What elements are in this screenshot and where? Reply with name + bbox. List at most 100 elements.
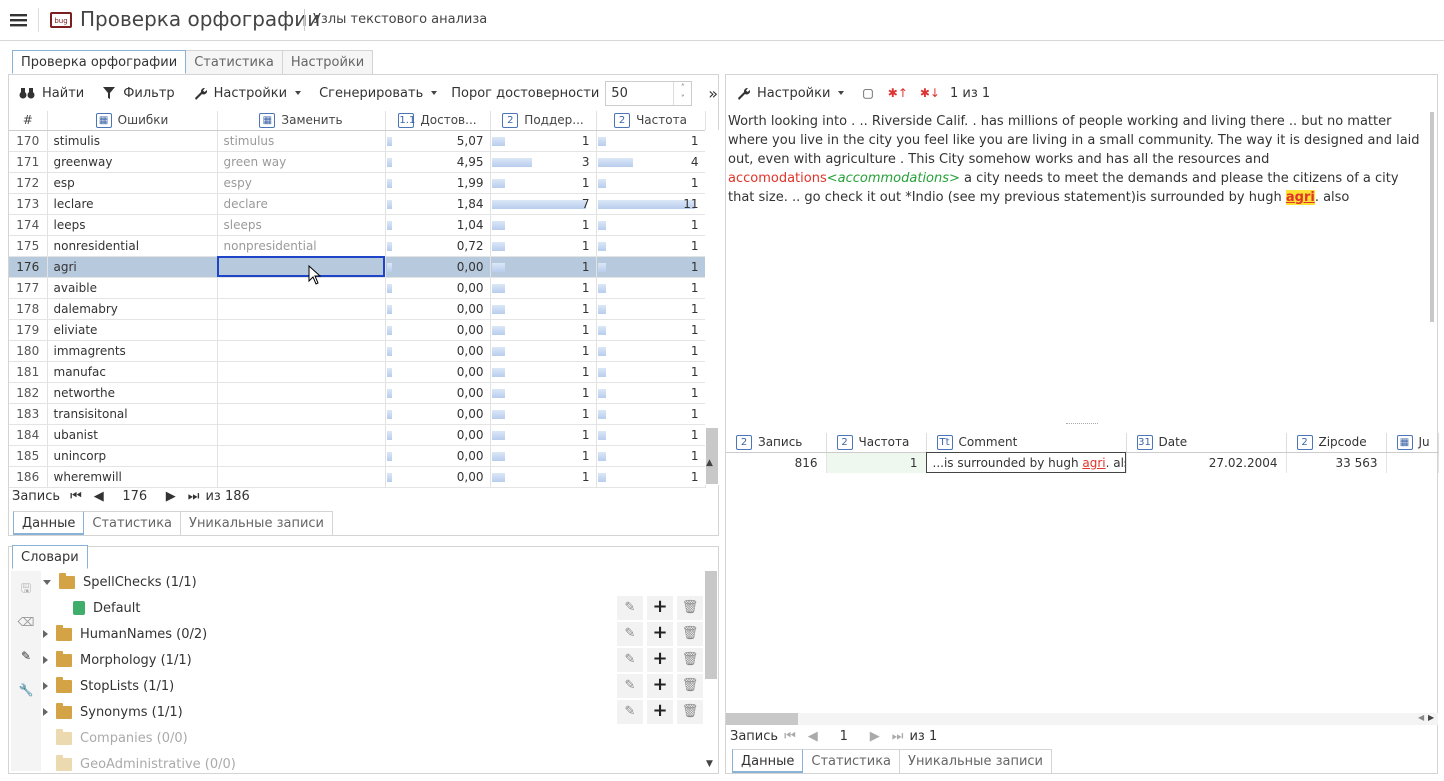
cell-number[interactable]: 179 <box>9 319 48 341</box>
eraser-icon[interactable]: ⌫ <box>11 605 41 639</box>
table-row[interactable]: 180 immagrents 0,00 1 1 <box>9 340 706 362</box>
cell-confidence[interactable]: 1,99 <box>385 172 491 194</box>
add-icon[interactable]: + <box>647 596 673 620</box>
tab-data[interactable]: Данные <box>13 511 85 535</box>
highlighted-word[interactable]: agri <box>1285 190 1315 205</box>
pencil-icon[interactable]: ✎ <box>617 700 643 724</box>
cell-confidence[interactable]: 0,72 <box>385 235 491 257</box>
text-settings-dropdown[interactable]: Настройки <box>736 86 845 101</box>
last-record-icon[interactable]: ⏭ <box>892 729 904 744</box>
collapse-right-icon[interactable]: » <box>708 84 718 103</box>
first-record-icon[interactable]: ⏮ <box>784 729 796 744</box>
cell-support[interactable]: 1 <box>490 277 597 299</box>
tab-spellcheck[interactable]: Проверка орфографии <box>12 50 187 74</box>
tree-item-morphology[interactable]: Morphology (1/1) ✎ + 🗑 <box>43 647 703 673</box>
note-icon[interactable]: ▢ <box>862 86 873 100</box>
cell-confidence[interactable]: 4,95 <box>385 151 491 173</box>
cell-error[interactable]: eliviate <box>47 319 218 341</box>
table-row[interactable]: 172 esp espy 1,99 1 1 <box>9 172 706 194</box>
cell-number[interactable]: 175 <box>9 235 48 257</box>
table-row[interactable]: 185 unincorp 0,00 1 1 <box>9 445 706 467</box>
cell-confidence[interactable]: 1,04 <box>385 214 491 236</box>
cell-error[interactable]: agri <box>47 256 218 278</box>
table-row[interactable]: 182 networthe 0,00 1 1 <box>9 382 706 404</box>
chevron-down-icon[interactable] <box>43 579 51 585</box>
cell-error[interactable]: immagrents <box>47 340 218 362</box>
cell-error[interactable]: leeps <box>47 214 218 236</box>
cell-replace[interactable] <box>217 466 386 488</box>
next-record-icon[interactable]: ▶ <box>870 729 880 744</box>
col-zipcode[interactable]: 2 Zipcode <box>1286 433 1387 453</box>
wrench-icon[interactable]: 🔧 <box>11 673 41 707</box>
cell-number[interactable]: 184 <box>9 424 48 446</box>
col-frequency[interactable]: 2 Частота <box>596 111 706 131</box>
cell-number[interactable]: 170 <box>9 130 48 152</box>
table-row[interactable]: 183 transisitonal 0,00 1 1 <box>9 403 706 425</box>
col-support[interactable]: 2 Поддер... <box>490 111 597 131</box>
cell-confidence[interactable]: 0,00 <box>385 340 491 362</box>
cell-error[interactable]: avaible <box>47 277 218 299</box>
tab-data[interactable]: Данные <box>732 749 804 773</box>
cell-ju[interactable] <box>1386 452 1439 473</box>
cell-date[interactable]: 27.02.2004 <box>1126 452 1287 473</box>
tree-item-humannames[interactable]: HumanNames (0/2) ✎ + 🗑 <box>43 621 703 647</box>
cell-confidence[interactable]: 0,00 <box>385 466 491 488</box>
cell-frequency[interactable]: 1 <box>596 319 706 341</box>
cell-replace[interactable] <box>217 340 386 362</box>
cell-confidence[interactable]: 0,00 <box>385 256 491 278</box>
cell-error[interactable]: leclare <box>47 193 218 215</box>
cell-replace[interactable]: stimulus <box>217 130 386 152</box>
table-row[interactable]: 175 nonresidential nonpresidential 0,72 1 1 <box>9 235 706 257</box>
cell-frequency[interactable]: 1 <box>596 424 706 446</box>
tab-unique[interactable]: Уникальные записи <box>899 749 1052 773</box>
cell-support[interactable]: 1 <box>490 256 597 278</box>
menu-icon[interactable] <box>10 11 28 29</box>
add-icon[interactable]: + <box>647 622 673 646</box>
col-date[interactable]: 31 Date <box>1126 433 1287 453</box>
cell-support[interactable]: 1 <box>490 466 597 488</box>
tab-stats[interactable]: Статистика <box>802 749 901 773</box>
scroll-up-icon[interactable]: ▲ <box>706 458 713 468</box>
cell-confidence[interactable]: 5,07 <box>385 130 491 152</box>
pencil-icon[interactable]: ✎ <box>617 674 643 698</box>
col-ju[interactable]: ▦ Ju <box>1386 433 1439 453</box>
table-row[interactable]: 170 stimulis stimulus 5,07 1 1 <box>9 130 706 152</box>
cell-frequency[interactable]: 1 <box>596 382 706 404</box>
cell-confidence[interactable]: 0,00 <box>385 298 491 320</box>
cell-frequency[interactable]: 1 <box>596 130 706 152</box>
generate-dropdown[interactable]: Сгенерировать <box>319 86 438 101</box>
cell-support[interactable]: 1 <box>490 298 597 320</box>
current-record[interactable]: 176 <box>110 489 160 504</box>
scroll-left-icon[interactable]: ◀ <box>1418 713 1424 722</box>
edit-icon[interactable]: ✎ <box>11 639 41 673</box>
cell-replace[interactable]: nonpresidential <box>217 235 386 257</box>
cell-frequency[interactable]: 1 <box>596 340 706 362</box>
cell-support[interactable]: 1 <box>490 172 597 194</box>
prev-record-icon[interactable]: ◀ <box>94 489 104 504</box>
add-icon[interactable]: + <box>647 674 673 698</box>
table-row[interactable]: 173 leclare declare 1,84 7 11 <box>9 193 706 215</box>
cell-frequency[interactable]: 1 <box>596 361 706 383</box>
cell-number[interactable]: 185 <box>9 445 48 467</box>
last-record-icon[interactable]: ⏭ <box>188 489 200 504</box>
cell-frequency[interactable]: 1 <box>596 445 706 467</box>
cell-error[interactable]: greenway <box>47 151 218 173</box>
cell-confidence[interactable]: 0,00 <box>385 382 491 404</box>
col-confidence[interactable]: 1.1 Достов... <box>385 111 491 131</box>
cell-replace[interactable] <box>217 277 386 299</box>
cell-support[interactable]: 7 <box>490 193 597 215</box>
cell-number[interactable]: 180 <box>9 340 48 362</box>
cell-replace[interactable] <box>217 298 386 320</box>
cell-number[interactable]: 174 <box>9 214 48 236</box>
table-row[interactable]: 179 eliviate 0,00 1 1 <box>9 319 706 341</box>
cell-frequency[interactable]: 11 <box>596 193 706 215</box>
col-freq[interactable]: 2 Частота <box>826 433 927 453</box>
current-record[interactable]: 1 <box>824 729 864 744</box>
cell-support[interactable]: 1 <box>490 382 597 404</box>
cell-error[interactable]: nonresidential <box>47 235 218 257</box>
add-icon[interactable]: + <box>647 648 673 672</box>
scroll-right-icon[interactable]: ▶ <box>1428 713 1434 722</box>
cell-support[interactable]: 1 <box>490 319 597 341</box>
table-row[interactable]: 186 wheremwill 0,00 1 1 <box>9 466 706 488</box>
cell-frequency[interactable]: 1 <box>596 256 706 278</box>
